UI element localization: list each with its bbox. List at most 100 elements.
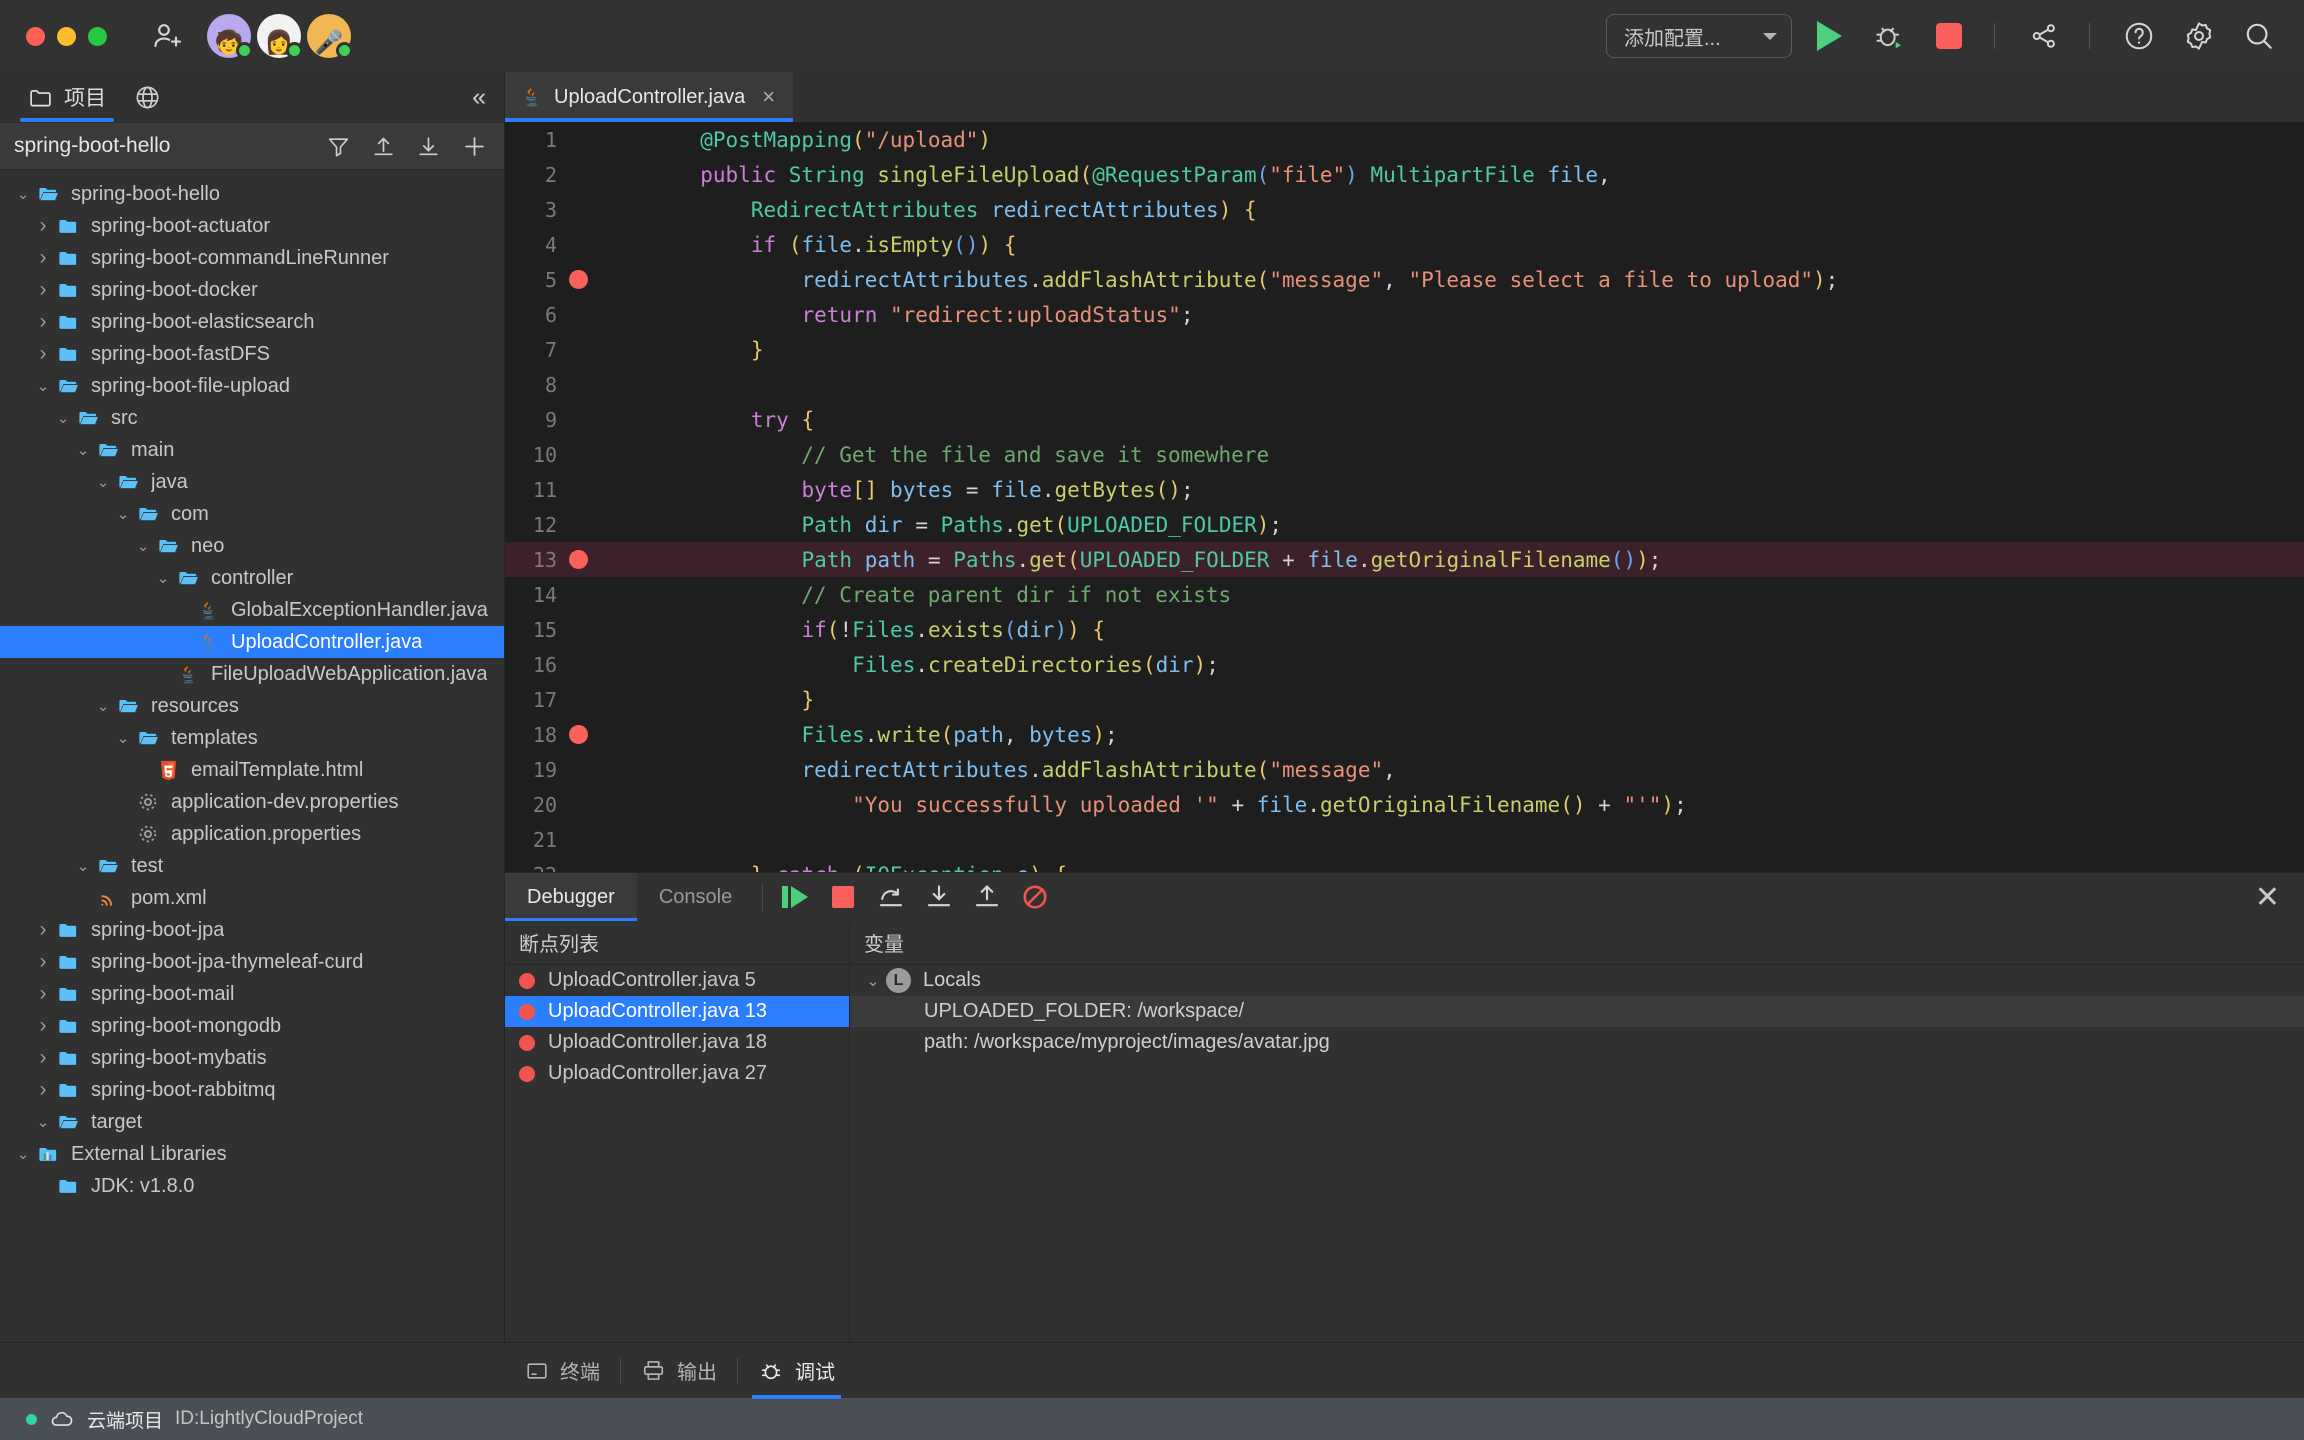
run-configuration-selector[interactable]: 添加配置... — [1606, 14, 1792, 58]
minimize-window-button[interactable] — [57, 26, 76, 46]
code-line[interactable]: 4 if (file.isEmpty()) { — [505, 227, 2304, 262]
tool-debug[interactable]: 调试 — [738, 1343, 855, 1399]
search-button[interactable] — [2236, 13, 2282, 59]
sidebar-tab-project[interactable]: 项目 — [14, 72, 120, 122]
code-line-current[interactable]: 13 Path path = Paths.get(UPLOADED_FOLDER… — [505, 542, 2304, 577]
tab-debugger[interactable]: Debugger — [505, 873, 637, 921]
variable-row[interactable]: UPLOADED_FOLDER: /workspace/ — [850, 996, 2304, 1027]
debug-button[interactable] — [1866, 13, 1912, 59]
tree-item[interactable]: › spring-boot-fastDFS — [0, 338, 504, 370]
code-line[interactable]: 18 Files.write(path, bytes); — [505, 717, 2304, 752]
chevron-right-icon[interactable]: › — [32, 1046, 54, 1070]
tree-item[interactable]: › spring-boot-mongodb — [0, 1010, 504, 1042]
variables-list[interactable]: ⌄ L Locals UPLOADED_FOLDER: /workspace/path… — [850, 965, 2304, 1342]
tool-output[interactable]: 输出 — [621, 1343, 737, 1399]
tree-item[interactable]: › spring-boot-mail — [0, 978, 504, 1010]
tree-item[interactable]: ⌄ spring-boot-hello — [0, 178, 504, 210]
code-line[interactable]: 11 byte[] bytes = file.getBytes(); — [505, 472, 2304, 507]
chevron-down-icon[interactable]: ⌄ — [12, 185, 34, 203]
stop-button[interactable] — [1926, 13, 1972, 59]
sidebar-tab-web[interactable] — [120, 72, 175, 122]
breakpoint-row[interactable]: UploadController.java 18 — [505, 1027, 849, 1058]
add-user-icon[interactable] — [151, 19, 185, 53]
tree-item[interactable]: › spring-boot-rabbitmq — [0, 1074, 504, 1106]
tree-item[interactable]: ⌄ spring-boot-file-upload — [0, 370, 504, 402]
code-line[interactable]: 20 "You successfully uploaded '" + file.… — [505, 787, 2304, 822]
close-tab-icon[interactable]: × — [762, 84, 775, 110]
code-line[interactable]: 7 } — [505, 332, 2304, 367]
chevron-down-icon[interactable]: ⌄ — [12, 1145, 34, 1163]
tree-item[interactable]: ⌄ main — [0, 434, 504, 466]
step-into-button[interactable] — [915, 873, 963, 921]
chevron-down-icon[interactable]: ⌄ — [132, 537, 154, 555]
tree-item[interactable]: ⌄ External Libraries — [0, 1138, 504, 1170]
chevron-right-icon[interactable]: › — [32, 278, 54, 302]
chevron-right-icon[interactable]: › — [32, 1078, 54, 1102]
tree-item[interactable]: ⌄ neo — [0, 530, 504, 562]
tree-item[interactable]: ⌄ target — [0, 1106, 504, 1138]
tree-item[interactable]: ⌄ resources — [0, 690, 504, 722]
chevron-right-icon[interactable]: › — [32, 950, 54, 974]
breakpoint-marker[interactable] — [557, 550, 599, 569]
add-icon[interactable] — [461, 133, 488, 160]
tree-item[interactable]: FileUploadWebApplication.java — [0, 658, 504, 690]
chevron-down-icon[interactable]: ⌄ — [52, 409, 74, 427]
mute-breakpoints-button[interactable] — [1011, 873, 1059, 921]
chevron-right-icon[interactable]: › — [32, 342, 54, 366]
run-button[interactable] — [1806, 13, 1852, 59]
tree-item-selected[interactable]: UploadController.java — [0, 626, 504, 658]
collapse-sidebar-button[interactable]: « — [472, 83, 504, 112]
code-line[interactable]: 10 // Get the file and save it somewhere — [505, 437, 2304, 472]
breakpoint-row[interactable]: UploadController.java 27 — [505, 1058, 849, 1089]
code-line[interactable]: 5 redirectAttributes.addFlashAttribute("… — [505, 262, 2304, 297]
code-line[interactable]: 1 @PostMapping("/upload") — [505, 122, 2304, 157]
project-tree[interactable]: ⌄ spring-boot-hello › spring-boot-actuator ›… — [0, 170, 504, 1342]
code-line[interactable]: 2 public String singleFileUpload(@Reques… — [505, 157, 2304, 192]
code-line[interactable]: 16 Files.createDirectories(dir); — [505, 647, 2304, 682]
step-out-button[interactable] — [963, 873, 1011, 921]
close-window-button[interactable] — [26, 26, 45, 46]
chevron-right-icon[interactable]: › — [32, 310, 54, 334]
editor-tab-uploadcontroller[interactable]: UploadController.java × — [505, 72, 794, 122]
tree-item[interactable]: emailTemplate.html — [0, 754, 504, 786]
maximize-window-button[interactable] — [88, 26, 107, 46]
tree-item[interactable]: GlobalExceptionHandler.java — [0, 594, 504, 626]
tree-item[interactable]: ⌄ test — [0, 850, 504, 882]
tree-item[interactable]: ⌄ java — [0, 466, 504, 498]
chevron-down-icon[interactable]: ⌄ — [112, 505, 134, 523]
stop-debug-button[interactable] — [819, 873, 867, 921]
code-line[interactable]: 12 Path dir = Paths.get(UPLOADED_FOLDER)… — [505, 507, 2304, 542]
tree-item[interactable]: › spring-boot-commandLineRunner — [0, 242, 504, 274]
tree-item[interactable]: › spring-boot-elasticsearch — [0, 306, 504, 338]
help-button[interactable] — [2116, 13, 2162, 59]
tree-item[interactable]: › spring-boot-jpa-thymeleaf-curd — [0, 946, 504, 978]
chevron-down-icon[interactable]: ⌄ — [112, 729, 134, 747]
chevron-down-icon[interactable]: ⌄ — [92, 697, 114, 715]
breakpoint-row[interactable]: UploadController.java 5 — [505, 965, 849, 996]
resume-button[interactable] — [771, 873, 819, 921]
download-icon[interactable] — [416, 134, 441, 159]
code-line[interactable]: 15 if(!Files.exists(dir)) { — [505, 612, 2304, 647]
tool-terminal[interactable]: 终端 — [505, 1343, 620, 1399]
avatar-user-3[interactable]: 🎤 — [307, 14, 353, 59]
avatar-user-2[interactable]: 👩 — [257, 14, 303, 59]
chevron-down-icon[interactable]: ⌄ — [72, 441, 94, 459]
code-line[interactable]: 3 RedirectAttributes redirectAttributes)… — [505, 192, 2304, 227]
breakpoint-marker[interactable] — [557, 725, 599, 744]
tree-item[interactable]: application.properties — [0, 818, 504, 850]
chevron-right-icon[interactable]: › — [32, 1014, 54, 1038]
share-button[interactable] — [2021, 13, 2067, 59]
tree-item[interactable]: ⌄ templates — [0, 722, 504, 754]
tree-item[interactable]: › spring-boot-mybatis — [0, 1042, 504, 1074]
code-line[interactable]: 19 redirectAttributes.addFlashAttribute(… — [505, 752, 2304, 787]
breakpoints-list[interactable]: UploadController.java 5 UploadController.… — [505, 965, 849, 1342]
code-line[interactable]: 17 } — [505, 682, 2304, 717]
breakpoint-marker[interactable] — [557, 270, 599, 289]
code-line[interactable]: 22 } catch (IOException e) { — [505, 857, 2304, 873]
tab-console[interactable]: Console — [637, 873, 754, 921]
tree-item[interactable]: ⌄ src — [0, 402, 504, 434]
step-over-button[interactable] — [867, 873, 915, 921]
tree-item[interactable]: JDK: v1.8.0 — [0, 1170, 504, 1202]
tree-item[interactable]: › spring-boot-actuator — [0, 210, 504, 242]
variables-group-locals[interactable]: ⌄ L Locals — [850, 965, 2304, 996]
